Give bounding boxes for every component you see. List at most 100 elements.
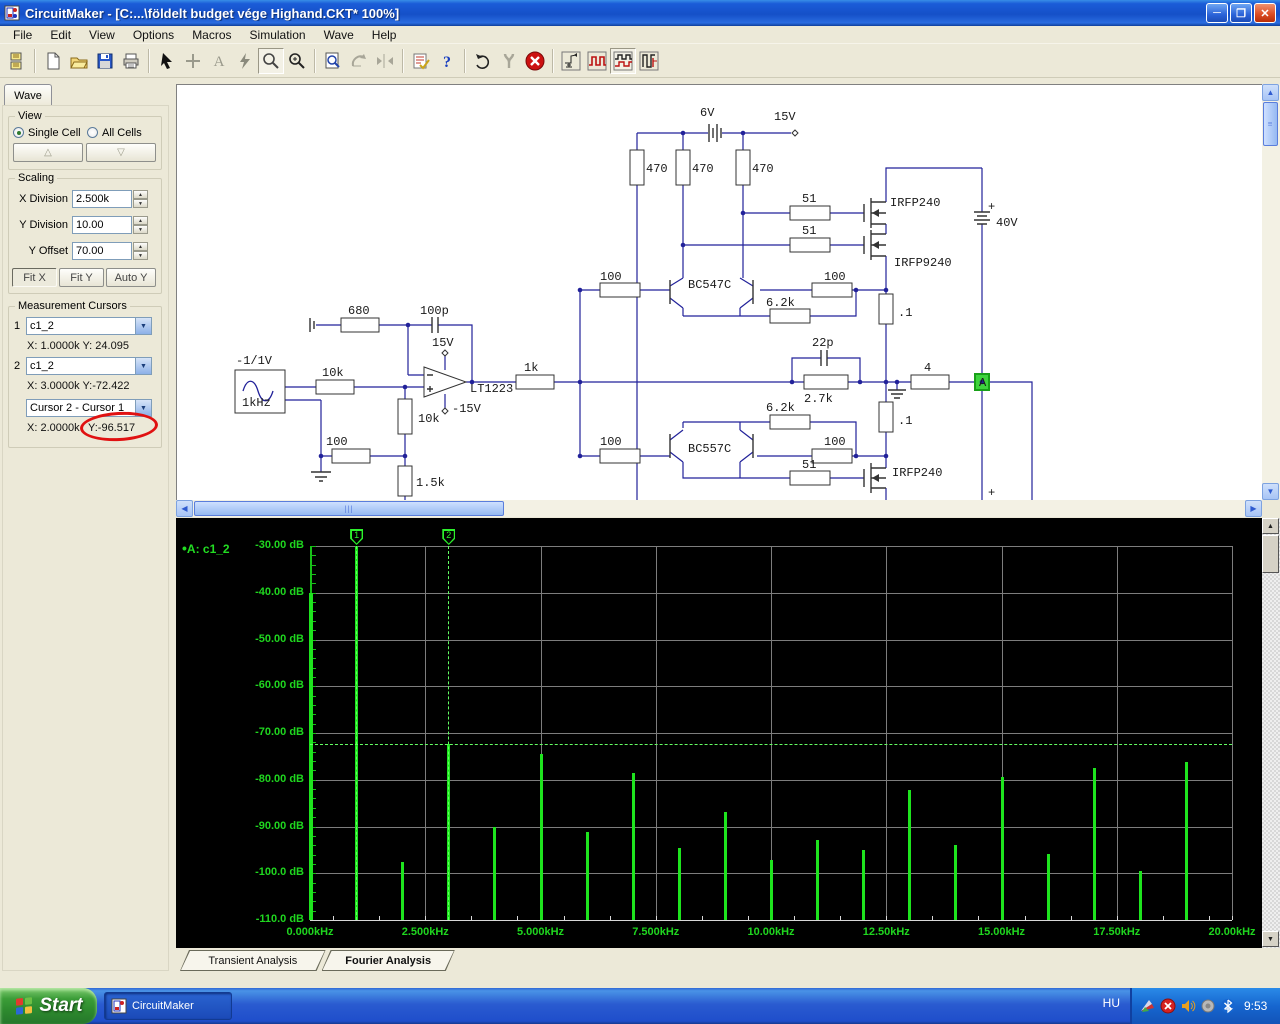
close-button[interactable]: ✕ <box>1254 3 1276 23</box>
y-minor-tick <box>310 546 316 547</box>
wave-vscroll-thumb[interactable] <box>1262 535 1279 573</box>
menu-wave[interactable]: Wave <box>315 27 363 43</box>
start-label: Start <box>39 995 83 1016</box>
logic-analyzer-icon[interactable] <box>636 48 662 74</box>
x-division-input[interactable]: 2.500k <box>72 190 132 208</box>
cursor-line-2[interactable] <box>448 546 450 920</box>
cursor2-signal-select[interactable]: c1_2 ▼ <box>26 357 152 375</box>
scroll-down-icon[interactable]: ▼ <box>1262 931 1279 947</box>
cursor2-signal-value: c1_2 <box>30 360 54 372</box>
cursor-flag-2[interactable]: 2 <box>442 529 456 545</box>
minimize-button[interactable]: ─ <box>1206 3 1228 23</box>
cursor1-signal-select[interactable]: c1_2 ▼ <box>26 317 152 335</box>
schematic-hscrollbar[interactable]: ◀ ||| ▶ <box>176 500 1262 517</box>
mirror-icon[interactable] <box>372 48 398 74</box>
select-arrow-icon[interactable] <box>154 48 180 74</box>
x-axis-label: 7.500kHz <box>632 926 680 938</box>
dc-analysis-icon[interactable] <box>558 48 584 74</box>
parts-browser-icon[interactable] <box>4 48 30 74</box>
language-indicator[interactable]: HU <box>1103 996 1120 1010</box>
stop-simulation-icon[interactable] <box>522 48 548 74</box>
chevron-down-icon[interactable]: ▼ <box>135 318 151 334</box>
schematic-label: + <box>988 200 995 214</box>
start-button[interactable]: Start <box>0 988 97 1024</box>
junction-dot <box>680 242 686 248</box>
radio-single-cell-circle[interactable] <box>13 127 24 138</box>
analysis-tabs: Transient Analysis Fourier Analysis <box>172 948 1280 974</box>
schematic-label: 680 <box>348 304 370 318</box>
wire-tool-icon[interactable] <box>496 48 522 74</box>
menu-edit[interactable]: Edit <box>41 27 80 43</box>
cell-up-button[interactable]: △ <box>13 143 83 162</box>
y-offset-spinner[interactable]: ▲ ▼ <box>133 242 148 260</box>
menu-simulation[interactable]: Simulation <box>241 27 315 43</box>
simulation-check-icon[interactable] <box>408 48 434 74</box>
maximize-button[interactable]: ❐ <box>1230 3 1252 23</box>
tab-wave[interactable]: Wave <box>4 84 52 106</box>
bluetooth-icon[interactable] <box>1220 998 1236 1014</box>
hscroll-thumb[interactable]: ||| <box>194 501 504 516</box>
cell-down-button[interactable]: ▽ <box>86 143 156 162</box>
vscroll-thumb[interactable]: ≡ <box>1263 102 1278 146</box>
y-division-spinner[interactable]: ▲ ▼ <box>133 216 148 234</box>
x-minor-tick <box>794 916 796 920</box>
security-alert-icon[interactable] <box>1160 998 1176 1014</box>
fft-bar <box>954 845 958 920</box>
menu-file[interactable]: File <box>4 27 41 43</box>
place-text-icon[interactable]: A <box>206 48 232 74</box>
open-file-icon[interactable] <box>66 48 92 74</box>
find-zoom-icon[interactable] <box>320 48 346 74</box>
print-icon[interactable] <box>118 48 144 74</box>
fit-x-button[interactable]: Fit X <box>12 268 57 287</box>
taskbar-clock[interactable]: 9:53 <box>1244 999 1267 1013</box>
save-file-icon[interactable] <box>92 48 118 74</box>
cursor-hline[interactable] <box>310 744 1232 746</box>
cursor-line-1[interactable] <box>356 546 358 920</box>
auto-y-button[interactable]: Auto Y <box>106 268 156 287</box>
volume-icon[interactable] <box>1180 998 1196 1014</box>
menu-macros[interactable]: Macros <box>183 27 240 43</box>
transient-scope-icon[interactable] <box>584 48 610 74</box>
menu-options[interactable]: Options <box>124 27 183 43</box>
scroll-up-icon[interactable]: ▲ <box>1262 84 1279 101</box>
chevron-down-icon[interactable]: ▼ <box>135 358 151 374</box>
radio-all-cells-circle[interactable] <box>87 127 98 138</box>
help-icon[interactable]: ? <box>434 48 460 74</box>
schematic-canvas[interactable]: 6V 15V 470 470 470 51 IRFP240 51 IRFP9240 +40V 100… <box>176 84 1262 500</box>
scroll-down-icon[interactable]: ▼ <box>1262 483 1279 500</box>
graphics-tray-icon[interactable] <box>1140 998 1156 1014</box>
scroll-up-icon[interactable]: ▲ <box>1262 518 1279 534</box>
junction-dot <box>405 322 411 328</box>
x-division-spinner[interactable]: ▲ ▼ <box>133 190 148 208</box>
rotate-icon[interactable] <box>346 48 372 74</box>
cursor1-readout: X: 1.0000k Y: 24.095 <box>27 340 129 352</box>
tab-fourier-analysis[interactable]: Fourier Analysis <box>322 950 455 971</box>
y-axis-label: -80.00 dB <box>255 772 304 785</box>
schematic-vscrollbar[interactable]: ▲ ≡ ▼ <box>1262 84 1280 500</box>
scroll-left-icon[interactable]: ◀ <box>176 500 193 517</box>
menu-view[interactable]: View <box>80 27 124 43</box>
device-tray-icon[interactable] <box>1200 998 1216 1014</box>
y-offset-input[interactable]: 70.00 <box>72 242 132 260</box>
waveform-panel[interactable]: -30.00 dB -40.00 dB -50.00 dB -60.00 dB -70.… <box>176 518 1262 948</box>
menu-help[interactable]: Help <box>363 27 406 43</box>
radio-single-cell[interactable]: Single Cell <box>13 125 81 139</box>
new-file-icon[interactable] <box>40 48 66 74</box>
zoom-tool-icon[interactable] <box>258 47 284 74</box>
radio-all-cells[interactable]: All Cells <box>87 125 142 139</box>
place-plus-icon[interactable] <box>180 48 206 74</box>
wave-vscrollbar[interactable]: ▲ ▼ <box>1262 518 1280 948</box>
cursor-flag-1[interactable]: 1 <box>350 529 364 545</box>
run-probe-icon[interactable] <box>232 48 258 74</box>
taskbar-item-circuitmaker[interactable]: CircuitMaker <box>104 992 232 1020</box>
scroll-right-icon[interactable]: ▶ <box>1245 500 1262 517</box>
undo-icon[interactable] <box>470 48 496 74</box>
schematic-label: 10k <box>418 412 440 426</box>
schematic-label: 470 <box>752 162 774 176</box>
fit-y-button[interactable]: Fit Y <box>59 268 104 287</box>
zoom-in-icon[interactable] <box>284 48 310 74</box>
waveforms-view-icon[interactable] <box>610 47 636 74</box>
y-division-input[interactable]: 10.00 <box>72 216 132 234</box>
tab-transient-analysis[interactable]: Transient Analysis <box>180 950 326 971</box>
fft-bar <box>723 812 727 920</box>
